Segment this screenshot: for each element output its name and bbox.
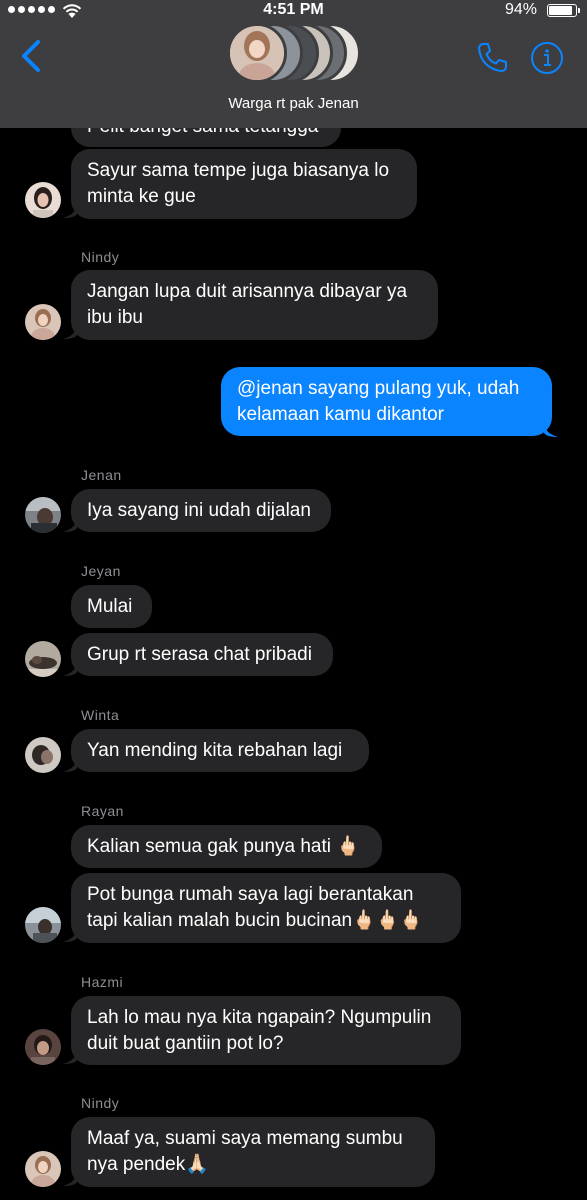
bubble-tail xyxy=(63,926,77,942)
message-text: Iya sayang ini udah dijalan xyxy=(87,500,311,521)
avatar[interactable] xyxy=(25,182,61,218)
bubble-tail xyxy=(63,516,77,532)
message-text: Sayur sama tempe juga biasanya lo minta … xyxy=(87,160,390,207)
battery-icon xyxy=(547,4,580,17)
sender-name: Jenan xyxy=(81,467,122,483)
message-text: Lah lo mau nya kita ngapain? Ngumpulin d… xyxy=(87,1007,432,1054)
sender-name: Jeyan xyxy=(81,563,121,579)
bubble-tail xyxy=(63,660,77,676)
message-text: Mulai xyxy=(87,596,133,617)
group-avatar-stack[interactable] xyxy=(227,23,361,83)
message-text: Jangan lupa duit arisannya dibayar ya ib… xyxy=(87,281,408,328)
status-bar: 4:51 PM 94% xyxy=(0,0,587,22)
message-text: Grup rt serasa chat pribadi xyxy=(87,644,312,665)
bubble-tail xyxy=(63,323,77,339)
sender-name: Nindy xyxy=(81,1095,120,1111)
message-bubble[interactable]: Pot bunga rumah saya lagi berantakan tap… xyxy=(71,873,461,943)
bubble-tail xyxy=(63,756,77,772)
phone-icon xyxy=(478,43,507,72)
message-bubble[interactable]: Yan mending kita rebahan lagi xyxy=(71,729,369,772)
avatar[interactable] xyxy=(25,907,61,943)
bubble-tail xyxy=(63,1048,77,1064)
message-bubble[interactable]: Maaf ya, suami saya memang sumbu nya pen… xyxy=(71,1117,435,1187)
group-avatar xyxy=(227,23,287,83)
message-text: Maaf ya, suami saya memang sumbu nya pen… xyxy=(87,1128,403,1175)
sender-name: Rayan xyxy=(81,803,124,819)
message-bubble[interactable]: Jangan lupa duit arisannya dibayar ya ib… xyxy=(71,270,438,340)
chevron-left-icon xyxy=(22,40,40,72)
sender-name: Winta xyxy=(81,707,120,723)
back-button[interactable] xyxy=(18,38,48,74)
message-bubble[interactable]: Mulai xyxy=(71,585,152,628)
call-button[interactable] xyxy=(474,40,510,76)
avatar[interactable] xyxy=(25,641,61,677)
status-time: 4:51 PM xyxy=(263,1,324,18)
message-bubble[interactable]: Iya sayang ini udah dijalan xyxy=(71,489,331,532)
bubble-tail xyxy=(63,1170,77,1186)
avatar[interactable] xyxy=(25,497,61,533)
conversation-title[interactable]: Warga rt pak Jenan xyxy=(0,95,587,112)
avatar[interactable] xyxy=(25,304,61,340)
bubble-tail xyxy=(63,202,77,218)
message-bubble-outgoing[interactable]: @jenan sayang pulang yuk, udah kelamaan … xyxy=(221,367,552,436)
avatar[interactable] xyxy=(25,1029,61,1065)
avatar[interactable] xyxy=(25,737,61,773)
info-icon xyxy=(531,42,563,74)
message-bubble[interactable]: Grup rt serasa chat pribadi xyxy=(71,633,333,676)
message-bubble[interactable]: Sayur sama tempe juga biasanya lo minta … xyxy=(71,149,417,219)
sender-name: Hazmi xyxy=(81,974,124,990)
message-thread[interactable]: Pelit banget sama tetangga Sayur sama te… xyxy=(0,0,587,1200)
info-button[interactable] xyxy=(530,41,564,75)
message-text: @jenan sayang pulang yuk, udah kelamaan … xyxy=(237,378,520,425)
message-bubble[interactable]: Lah lo mau nya kita ngapain? Ngumpulin d… xyxy=(71,996,461,1065)
sender-name: Nindy xyxy=(81,249,120,265)
message-text: Pot bunga rumah saya lagi berantakan tap… xyxy=(87,884,424,931)
bubble-tail xyxy=(544,421,558,437)
message-text: Yan mending kita rebahan lagi xyxy=(87,740,343,761)
avatar[interactable] xyxy=(25,1151,61,1187)
message-text: Kalian semua gak punya hati 🖕🏻 xyxy=(87,836,360,857)
message-bubble[interactable]: Kalian semua gak punya hati 🖕🏻 xyxy=(71,825,382,868)
battery-percentage: 94% xyxy=(504,1,537,18)
